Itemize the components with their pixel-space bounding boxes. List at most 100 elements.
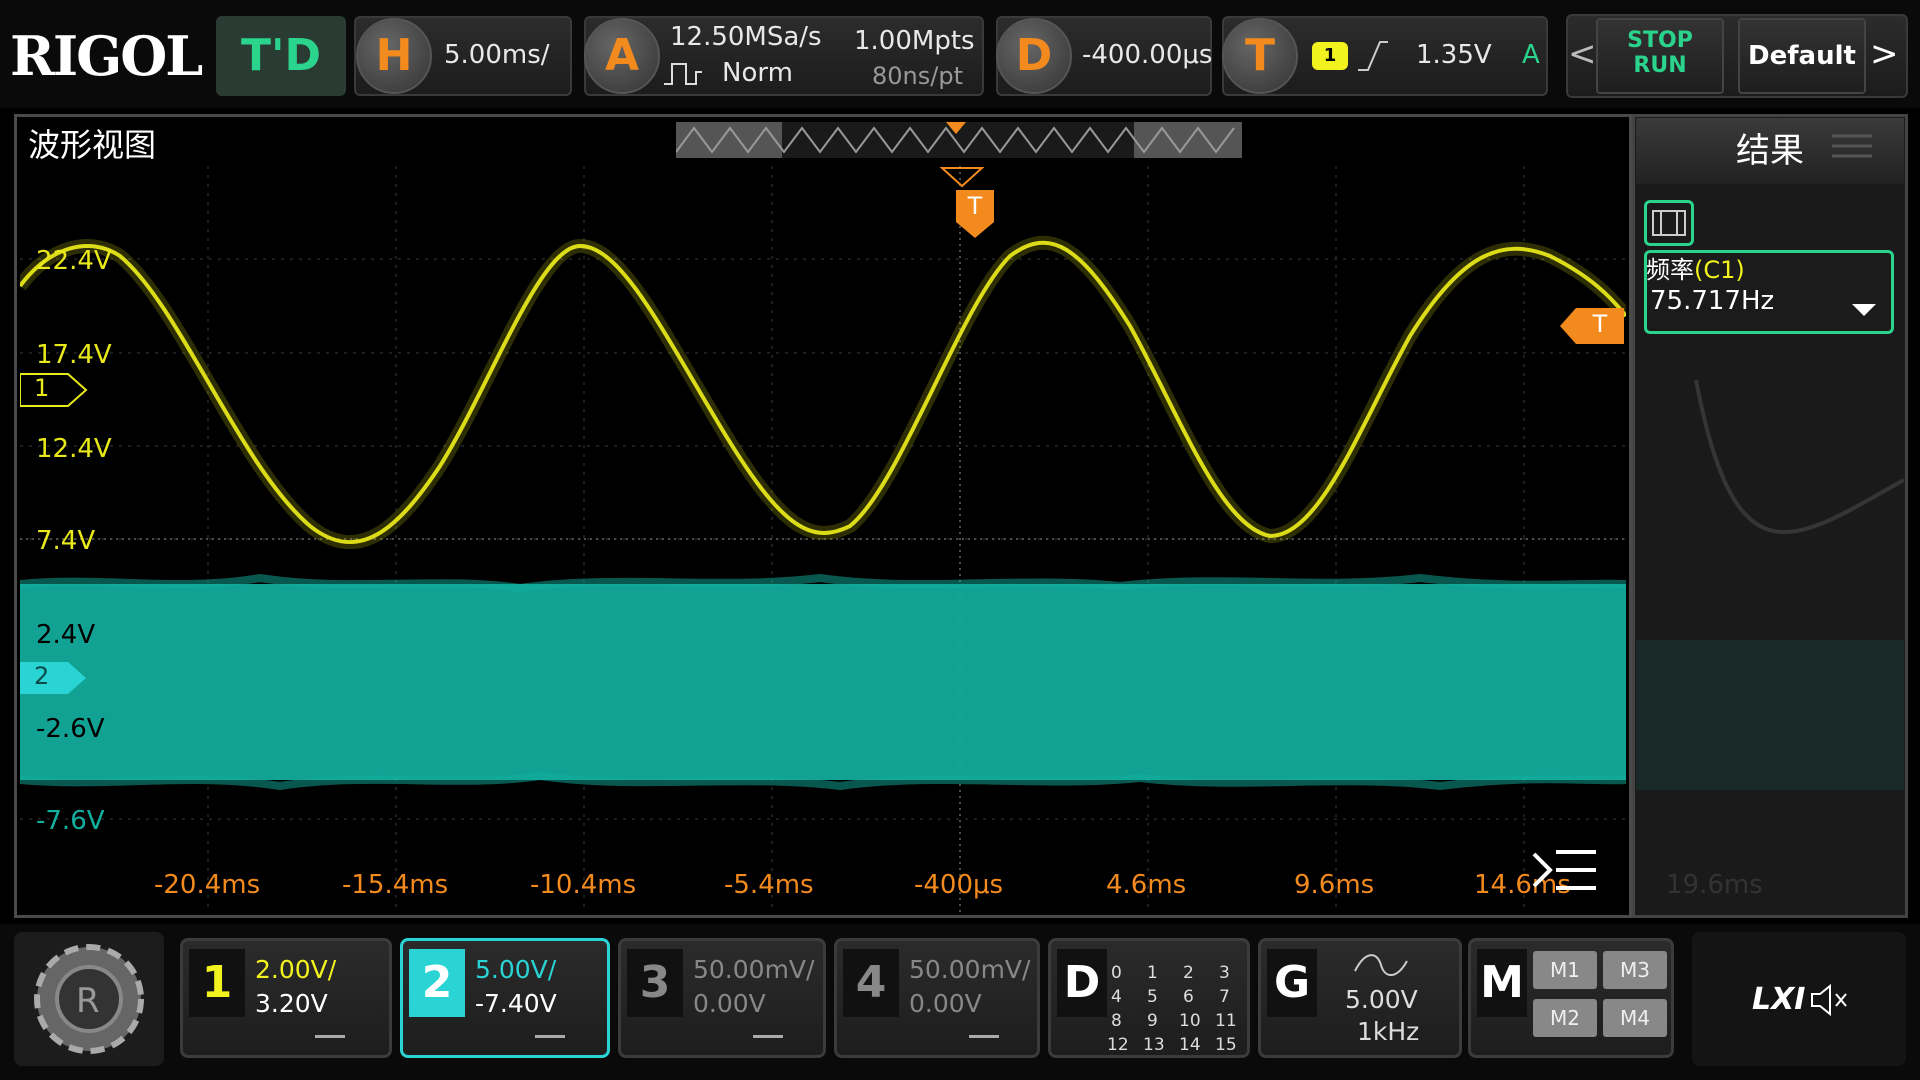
prev-arrow-icon[interactable]: < xyxy=(1568,34,1597,74)
waveform-view-title: 波形视图 xyxy=(28,126,157,164)
waveform-grid xyxy=(20,166,1626,912)
ch4-offset: 0.00V xyxy=(909,989,982,1018)
math-key: M xyxy=(1477,949,1527,1017)
ch1-scale: 2.00V/ xyxy=(255,955,337,984)
delay-value: -400.00μs xyxy=(1082,40,1213,70)
trigger-position-marker[interactable]: T xyxy=(956,190,994,240)
x-label-2: -15.4ms xyxy=(342,870,449,900)
math-m3-button[interactable]: M3 xyxy=(1603,951,1667,989)
math-m4-button[interactable]: M4 xyxy=(1603,999,1667,1037)
ch2-scale: 5.00V/ xyxy=(475,955,557,984)
digital-ch-5: 5 xyxy=(1147,987,1158,1007)
ch2-y-label-2: -2.6V xyxy=(36,714,105,744)
ch1-y-label-4: 7.4V xyxy=(36,526,96,556)
digital-ch-4: 4 xyxy=(1111,987,1122,1007)
x-label-3: -10.4ms xyxy=(530,870,637,900)
math-m1-button[interactable]: M1 xyxy=(1533,951,1597,989)
stop-label: STOP xyxy=(1627,28,1693,53)
digital-key: D xyxy=(1057,949,1107,1017)
ch3-settings[interactable]: 3 50.00mV/ 0.00V xyxy=(618,938,826,1058)
digital-ch-12: 12 xyxy=(1107,1035,1129,1055)
ch2-settings[interactable]: 2 5.00V/ -7.40V xyxy=(400,938,610,1058)
measurement-name: 频率 xyxy=(1646,256,1694,284)
acquire-key[interactable]: A xyxy=(584,18,660,94)
ch2-y-label-1: 2.4V xyxy=(36,620,96,650)
speaker-muted-icon[interactable] xyxy=(1808,980,1852,1024)
svg-text:R: R xyxy=(76,981,100,1021)
trigger-position-label: T xyxy=(967,192,983,220)
ch4-coupling-icon xyxy=(969,1035,999,1046)
memory-depth: 1.00Mpts xyxy=(854,26,975,56)
digital-ch-6: 6 xyxy=(1183,987,1194,1007)
digital-ch-0: 0 xyxy=(1111,963,1122,983)
ghost-waveform-overlay xyxy=(1636,340,1905,900)
next-arrow-icon[interactable]: > xyxy=(1870,34,1899,74)
digital-ch-2: 2 xyxy=(1183,963,1194,983)
generator-amplitude: 5.00V xyxy=(1345,985,1418,1014)
home-gear-icon[interactable]: R xyxy=(14,932,164,1066)
ch1-y-label-2: 17.4V xyxy=(36,340,112,370)
ch2-marker-label: 2 xyxy=(34,662,50,690)
measurement-value: 75.717Hz xyxy=(1650,286,1775,316)
ch2-offset-marker[interactable]: 2 xyxy=(20,660,88,696)
ch4-settings[interactable]: 4 50.00mV/ 0.00V xyxy=(834,938,1040,1058)
ch2-number: 2 xyxy=(409,949,465,1017)
ch1-settings[interactable]: 1 2.00V/ 3.20V xyxy=(180,938,392,1058)
digital-ch-14: 14 xyxy=(1179,1035,1201,1055)
measurement-type-icon xyxy=(1644,200,1694,246)
ch1-offset: 3.20V xyxy=(255,989,328,1018)
generator-key: G xyxy=(1267,949,1317,1017)
timebase-value: 5.00ms/ xyxy=(444,40,550,70)
ch3-offset: 0.00V xyxy=(693,989,766,1018)
rising-edge-icon xyxy=(1354,36,1390,80)
trigger-key[interactable]: T xyxy=(1222,18,1298,94)
lxi-logo: LXI xyxy=(1752,982,1806,1017)
generator-settings[interactable]: G 5.00V 1kHz xyxy=(1258,938,1462,1058)
ch1-y-label-3: 12.4V xyxy=(36,434,112,464)
acquire-mode: Norm xyxy=(722,58,793,88)
ghost-x-label: 19.6ms xyxy=(1666,870,1763,900)
trigger-source-badge: 1 xyxy=(1312,42,1348,70)
chevron-down-icon[interactable] xyxy=(1852,302,1876,322)
trigger-sweep: A xyxy=(1522,40,1540,70)
ch4-number: 4 xyxy=(843,949,899,1017)
trigger-level-marker[interactable]: T xyxy=(1560,308,1624,344)
waveform-overview-strip[interactable] xyxy=(675,122,1242,158)
ch2-trace xyxy=(20,584,1626,780)
digital-ch-13: 13 xyxy=(1143,1035,1165,1055)
trigger-position-outline-icon xyxy=(939,166,985,192)
menu-collapse-icon[interactable] xyxy=(1530,846,1600,900)
digital-ch-8: 8 xyxy=(1111,1011,1122,1031)
ch1-number: 1 xyxy=(189,949,245,1017)
measurement-source: (C1) xyxy=(1694,256,1745,284)
math-settings[interactable]: M M1 M3 M2 M4 xyxy=(1468,938,1674,1058)
measurement-name-row: 频率(C1) xyxy=(1646,250,1745,285)
stop-run-button[interactable]: STOP RUN xyxy=(1596,18,1724,94)
x-label-5: -400μs xyxy=(914,870,1004,900)
horizontal-key[interactable]: H xyxy=(356,18,432,94)
ch3-number: 3 xyxy=(627,949,683,1017)
ch2-y-label-3: -7.6V xyxy=(36,806,105,836)
digital-ch-7: 7 xyxy=(1219,987,1230,1007)
run-label: RUN xyxy=(1633,53,1687,78)
digital-ch-3: 3 xyxy=(1219,963,1230,983)
sample-rate: 12.50MSa/s xyxy=(670,22,822,52)
digital-ch-10: 10 xyxy=(1179,1011,1201,1031)
ch1-offset-marker[interactable]: 1 xyxy=(20,372,88,408)
digital-channels[interactable]: D 0 1 2 3 4 5 6 7 8 9 10 11 12 13 14 15 xyxy=(1048,938,1250,1058)
acquire-mode-icon xyxy=(662,58,712,92)
ch2-coupling-icon xyxy=(535,1035,565,1046)
ch3-coupling-icon xyxy=(753,1035,783,1046)
resolution-value: 80ns/pt xyxy=(872,62,963,90)
rigol-logo: RIGOL xyxy=(10,24,203,88)
digital-ch-9: 9 xyxy=(1147,1011,1158,1031)
mode-indicator[interactable]: T'D xyxy=(216,16,346,96)
x-label-6: 4.6ms xyxy=(1106,870,1187,900)
trigger-level: 1.35V xyxy=(1416,40,1492,70)
default-button[interactable]: Default xyxy=(1738,18,1866,94)
math-m2-button[interactable]: M2 xyxy=(1533,999,1597,1037)
digital-ch-11: 11 xyxy=(1215,1011,1237,1031)
results-menu-icon[interactable] xyxy=(1832,132,1872,166)
ch1-y-label-1: 22.4V xyxy=(36,246,112,276)
delay-key[interactable]: D xyxy=(996,18,1072,94)
